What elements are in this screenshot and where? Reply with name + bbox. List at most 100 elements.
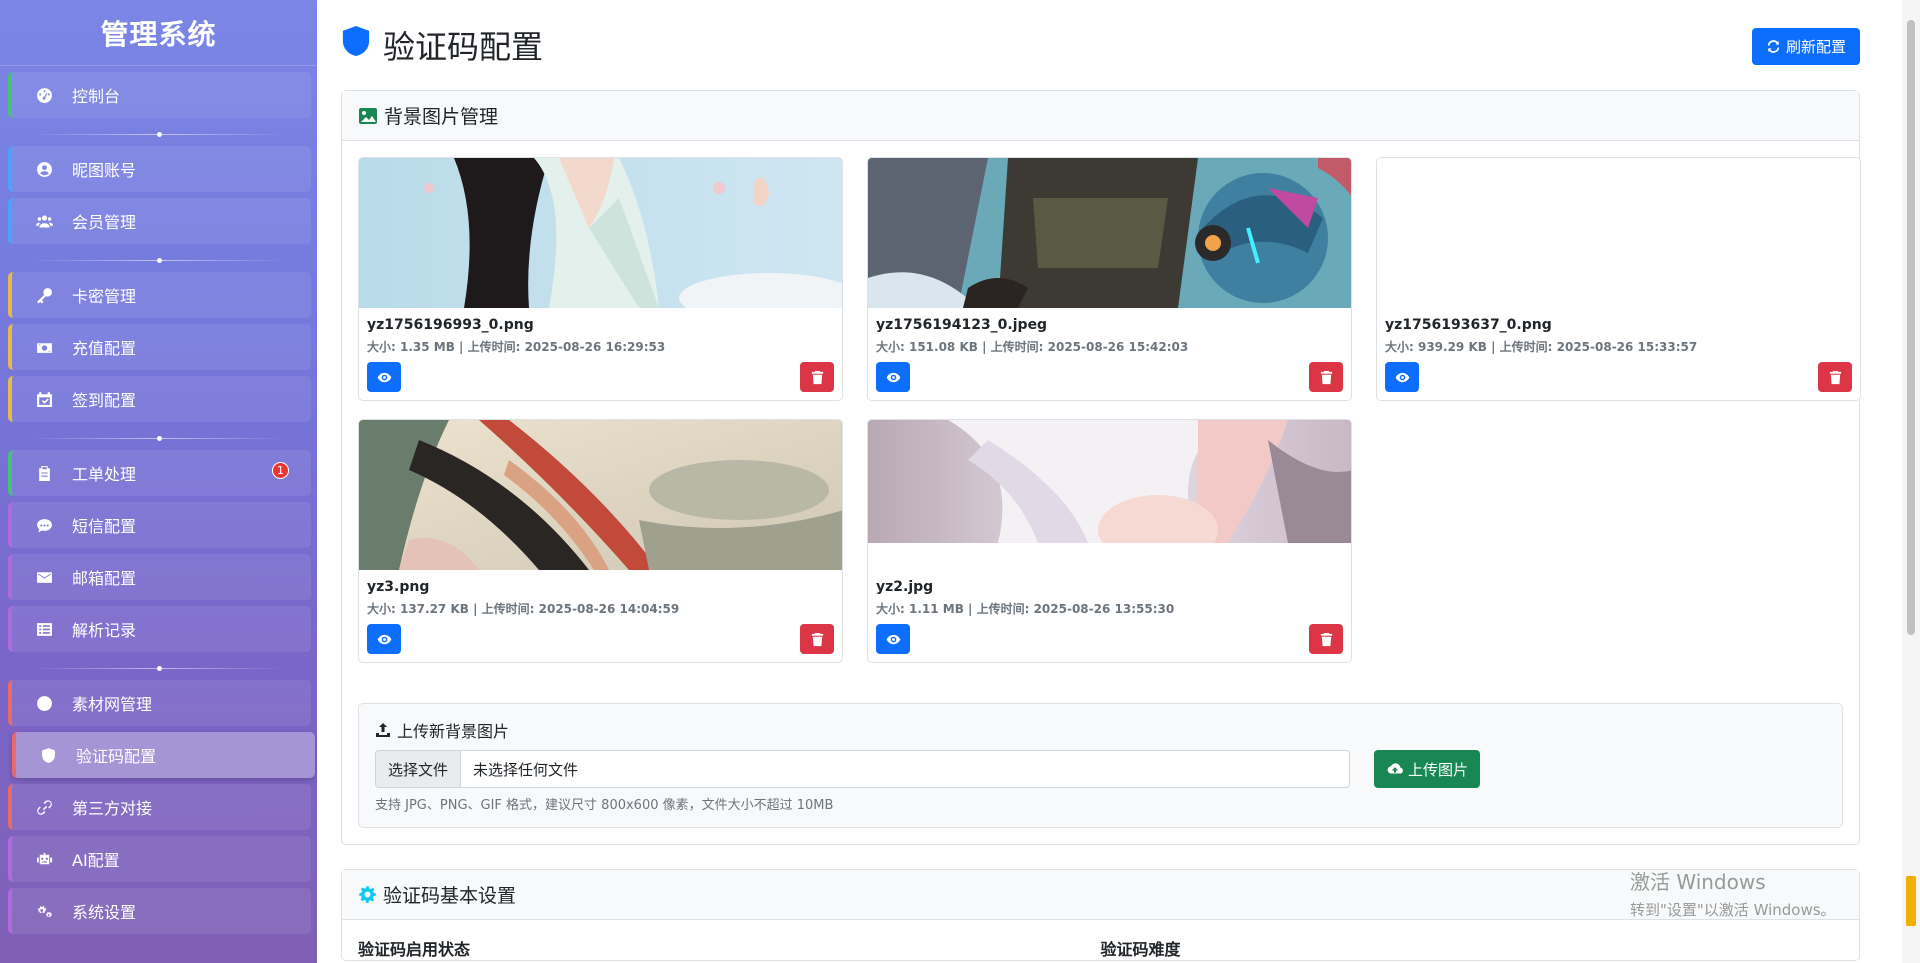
sidebar-item-sms[interactable]: 短信配置: [8, 502, 311, 548]
image-thumbnail[interactable]: [868, 158, 1351, 308]
sidebar-item-ai[interactable]: AI配置: [8, 836, 311, 882]
page-header: 验证码配置 刷新配置: [341, 0, 1860, 90]
page-scrollbar[interactable]: [1902, 0, 1920, 963]
image-info: yz3.png 大小: 137.27 KB | 上传时间: 2025-08-26…: [359, 570, 842, 617]
image-meta: 大小: 151.08 KB | 上传时间: 2025-08-26 15:42:0…: [876, 340, 1189, 354]
sidebar-item-label: 昵图账号: [72, 161, 137, 180]
sidebar-item-parse-records[interactable]: 解析记录: [8, 606, 311, 652]
image-filename: yz1756196993_0.png: [367, 317, 534, 333]
sidebar-item-label: 系统设置: [72, 903, 137, 922]
sidebar-item-label: 邮箱配置: [72, 569, 137, 588]
eye-icon: [377, 634, 391, 644]
image-filename: yz1756194123_0.jpeg: [876, 317, 1048, 333]
scrollbar-thumb[interactable]: [1907, 20, 1915, 635]
sidebar-item-label: 第三方对接: [72, 799, 153, 818]
sidebar-divider: [30, 124, 287, 146]
image-grid: yz1756196993_0.png 大小: 1.35 MB | 上传时间: 2…: [358, 157, 1861, 663]
image-meta: 大小: 1.11 MB | 上传时间: 2025-08-26 13:55:30: [876, 602, 1175, 616]
sidebar-item-third-party[interactable]: 第三方对接: [8, 784, 311, 830]
sidebar-item-label: 验证码配置: [76, 747, 157, 766]
settings-row: 验证码启用状态 验证码难度: [342, 920, 1859, 960]
eye-icon: [886, 372, 900, 382]
upload-row: 选择文件 未选择任何文件 上传图片: [375, 750, 1826, 788]
scroll-indicator: [1906, 876, 1916, 926]
list-icon: [34, 621, 54, 638]
gear-icon: [359, 886, 376, 903]
tickets-count-badge: 1: [272, 462, 289, 479]
sidebar-item-label: 短信配置: [72, 517, 137, 536]
sidebar-item-material-sites[interactable]: 素材网管理: [8, 680, 311, 726]
link-icon: [34, 799, 54, 816]
delete-image-button[interactable]: [800, 624, 834, 654]
upload-title-text: 上传新背景图片: [397, 722, 510, 741]
delete-image-button[interactable]: [1818, 362, 1852, 392]
sidebar-item-card-keys[interactable]: 卡密管理: [8, 272, 311, 318]
upload-section: 上传新背景图片 选择文件 未选择任何文件 上传图片 支持 JPG、PNG、GIF…: [358, 703, 1843, 828]
robot-icon: [34, 851, 54, 868]
sidebar-item-label: 会员管理: [72, 213, 137, 232]
refresh-config-button[interactable]: 刷新配置: [1751, 28, 1860, 65]
dashboard-icon: [34, 87, 54, 104]
eye-icon: [377, 372, 391, 382]
image-meta: 大小: 1.35 MB | 上传时间: 2025-08-26 16:29:53: [367, 340, 666, 354]
view-image-button[interactable]: [1385, 362, 1419, 392]
sidebar-item-nitu-account[interactable]: 昵图账号: [8, 146, 311, 192]
choose-file-button[interactable]: 选择文件: [376, 751, 462, 787]
comment-icon: [34, 517, 54, 534]
sidebar-item-label: 解析记录: [72, 621, 137, 640]
cloud-upload-icon: [1387, 763, 1403, 774]
refresh-config-label: 刷新配置: [1785, 38, 1846, 56]
view-image-button[interactable]: [876, 624, 910, 654]
gears-icon: [34, 903, 54, 920]
image-card: yz1756193637_0.png 大小: 939.29 KB | 上传时间:…: [1376, 157, 1861, 401]
delete-image-button[interactable]: [1309, 362, 1343, 392]
delete-image-button[interactable]: [1309, 624, 1343, 654]
upload-title: 上传新背景图片: [375, 718, 1826, 742]
sidebar-item-label: 签到配置: [72, 391, 137, 410]
sidebar-item-label: 素材网管理: [72, 695, 153, 714]
sidebar-item-checkin[interactable]: 签到配置: [8, 376, 311, 422]
captcha-basic-settings-header: 验证码基本设置: [342, 870, 1859, 920]
eye-icon: [886, 634, 900, 644]
captcha-difficulty-label: 验证码难度: [1100, 940, 1181, 959]
image-card: yz1756196993_0.png 大小: 1.35 MB | 上传时间: 2…: [358, 157, 843, 401]
clipboard-icon: [34, 465, 54, 482]
sidebar-item-dashboard[interactable]: 控制台: [8, 72, 311, 118]
view-image-button[interactable]: [367, 362, 401, 392]
sidebar-item-recharge[interactable]: 充值配置: [8, 324, 311, 370]
users-icon: [34, 213, 54, 230]
sidebar-divider: [30, 428, 287, 450]
view-image-button[interactable]: [876, 362, 910, 392]
sidebar-item-label: AI配置: [72, 851, 120, 870]
sidebar-item-email[interactable]: 邮箱配置: [8, 554, 311, 600]
image-thumbnail[interactable]: [868, 420, 1351, 543]
image-info: yz1756193637_0.png 大小: 939.29 KB | 上传时间:…: [1377, 308, 1860, 355]
calendar-check-icon: [34, 391, 54, 408]
trash-icon: [1320, 370, 1332, 384]
sync-icon: [1767, 40, 1780, 53]
sidebar-item-tickets[interactable]: 工单处理 1: [8, 450, 311, 496]
trash-icon: [811, 632, 823, 646]
upload-hint: 支持 JPG、PNG、GIF 格式，建议尺寸 800x600 像素，文件大小不超…: [375, 798, 834, 813]
main-content: 验证码配置 刷新配置 背景图片管理 yz1756196993_0.png 大小:…: [317, 0, 1902, 963]
trash-icon: [811, 370, 823, 384]
page-title: 验证码配置: [341, 22, 543, 68]
image-thumbnail[interactable]: [359, 158, 842, 308]
globe-icon: [34, 695, 54, 712]
money-icon: [34, 339, 54, 356]
sidebar-item-captcha[interactable]: 验证码配置: [12, 732, 315, 778]
sidebar-item-system-settings[interactable]: 系统设置: [8, 888, 311, 934]
sidebar-item-label: 充值配置: [72, 339, 137, 358]
upload-image-button[interactable]: 上传图片: [1374, 750, 1481, 788]
image-thumbnail[interactable]: [1377, 158, 1860, 308]
delete-image-button[interactable]: [800, 362, 834, 392]
image-card: yz3.png 大小: 137.27 KB | 上传时间: 2025-08-26…: [358, 419, 843, 663]
image-thumbnail[interactable]: [359, 420, 842, 570]
captcha-basic-settings-card: 验证码基本设置 验证码启用状态 验证码难度: [341, 869, 1860, 961]
sidebar-item-members[interactable]: 会员管理: [8, 198, 311, 244]
upload-icon: [376, 723, 390, 737]
file-input[interactable]: 选择文件 未选择任何文件: [375, 750, 1350, 788]
view-image-button[interactable]: [367, 624, 401, 654]
image-info: yz1756194123_0.jpeg 大小: 151.08 KB | 上传时间…: [868, 308, 1351, 355]
image-filename: yz1756193637_0.png: [1385, 317, 1552, 333]
